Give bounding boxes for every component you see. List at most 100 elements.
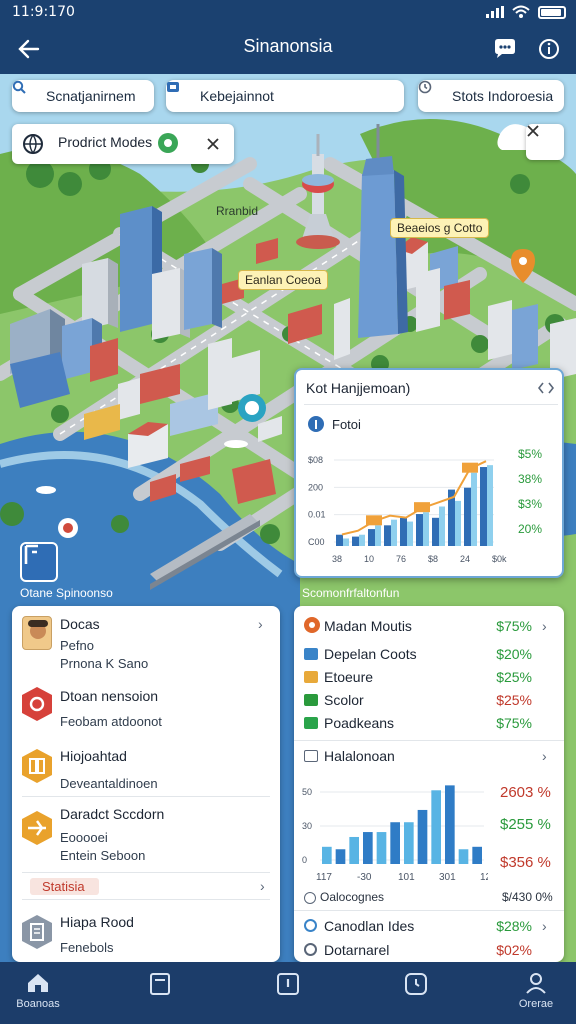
y-tick-label: 200 — [308, 482, 323, 492]
tab-timer[interactable] — [258, 972, 318, 1018]
map-label-eastern[interactable]: Beaeios g Cotto — [390, 218, 490, 238]
stat-label: Poadkeans — [324, 715, 395, 731]
bottom-tab-bar: Boanoas Orerae — [0, 962, 576, 1024]
target-icon — [304, 943, 317, 956]
statistic-chip[interactable]: Statisia › — [22, 872, 270, 900]
chart-card[interactable]: Kot Hanjjemoan) Fotoi $08 200 0.01 C00 38 10 7… — [294, 368, 564, 578]
map-label-central[interactable]: Eanlan Coeoa — [238, 270, 329, 290]
bar — [363, 832, 373, 864]
stat-row[interactable]: Canodlan Ides $28% › — [294, 916, 562, 938]
chart-value: $255 % — [500, 816, 551, 833]
x-tick-label: $8 — [428, 554, 438, 564]
right-section-title: Scomonfrfaltonfun — [302, 586, 400, 600]
status-time: 11:9:170 — [12, 4, 75, 20]
tab-documents[interactable] — [130, 972, 190, 1018]
city-map[interactable]: Scnatjanirnem Kebejainnot Stots Indoroes… — [0, 74, 576, 962]
chat-button[interactable] — [490, 34, 520, 64]
chevron-right-icon: › — [258, 616, 263, 632]
stat-value: $75% — [496, 715, 532, 731]
left-section-title: Otane Spinoonso — [20, 586, 113, 600]
list-item[interactable]: Hiapa Rood Fenebols — [12, 906, 280, 962]
item-sub: Feobam atdoonot — [60, 714, 162, 729]
item-sub: Eooooei — [60, 830, 108, 845]
info-button[interactable] — [534, 34, 564, 64]
predict-toggle[interactable] — [158, 133, 178, 153]
legend-swatch — [304, 717, 318, 729]
building-icon — [20, 748, 54, 784]
bar-series-b — [359, 534, 365, 546]
x-tick-label: 125 — [480, 872, 488, 883]
value-label: 38% — [518, 472, 542, 486]
search-chip-primary[interactable]: Scnatjanirnem — [12, 80, 154, 112]
x-tick-label: 24 — [460, 554, 470, 564]
chart-plot: $08 200 0.01 C00 38 10 76 $8 24 $0k $5% 38% $3% 20% — [308, 447, 542, 564]
stat-row[interactable]: Scolor $25% — [294, 690, 562, 712]
chart-card-title: Kot Hanjjemoan) — [306, 380, 411, 396]
map-close-button[interactable] — [526, 124, 564, 160]
bar — [349, 836, 359, 864]
expand-icon[interactable] — [538, 382, 554, 394]
stat-row[interactable]: Dotarnarel $02% — [294, 940, 562, 962]
close-icon[interactable] — [206, 137, 220, 151]
item-title: Hiojoahtad — [60, 748, 127, 764]
chart-header-row[interactable]: Halalonoan › — [294, 746, 562, 768]
item-title: Docas — [60, 616, 100, 632]
profile-icon — [526, 973, 546, 994]
bar-series-a — [336, 534, 343, 546]
tab-profile[interactable]: Orerae — [506, 972, 566, 1018]
avatar — [22, 616, 52, 650]
stat-value: $28% — [496, 918, 532, 934]
stat-row[interactable]: Poadkeans $75% — [294, 713, 562, 735]
item-sub: Pefno — [60, 638, 94, 653]
stat-label: Madan Moutis — [324, 618, 412, 634]
legend-swatch — [304, 694, 318, 706]
bar — [335, 849, 346, 864]
tab-clock[interactable] — [386, 972, 446, 1018]
legend-label: Fotoi — [332, 417, 361, 432]
predict-mode-card[interactable]: Prodrict Modes — [12, 124, 234, 164]
tab-home[interactable]: Boanoas — [8, 972, 68, 1018]
bar — [417, 809, 428, 864]
stat-row[interactable]: Etoeure $25% — [294, 667, 562, 689]
bar-series-b — [439, 506, 445, 546]
pin-icon — [304, 919, 317, 932]
right-chart-plot: 50 30 0 117 -30 101 301 125 — [302, 785, 488, 883]
map-label-rranbid: Rranbid — [216, 204, 259, 218]
list-item[interactable]: Hiojoahtad Deveantaldinoen — [12, 742, 280, 800]
list-item[interactable]: Docas Pefno Prnona K Sano › — [12, 606, 280, 671]
layer-chip[interactable]: Kebejainnot — [166, 80, 404, 112]
x-tick-label: 38 — [332, 554, 342, 564]
list-item[interactable]: Daradct Sccdorn Eooooei Entein Seboon — [12, 802, 280, 866]
legend-swatch — [304, 671, 318, 683]
stat-label: Depelan Coots — [324, 646, 417, 662]
bar-series-a — [400, 517, 407, 546]
x-tick-label: 101 — [398, 872, 415, 883]
bar-series-b — [391, 519, 397, 546]
bar — [458, 849, 469, 864]
chat-icon — [495, 39, 515, 58]
chart-value: $356 % — [500, 854, 551, 871]
plane-icon — [20, 810, 54, 846]
item-title: Hiapa Rood — [60, 914, 134, 930]
bar-series-b — [487, 465, 493, 546]
app-header: Sinanonsia — [0, 26, 576, 74]
bar-series-b — [407, 521, 413, 546]
list-item[interactable]: Dtoan nensoion Feobam atdoonot — [12, 678, 280, 738]
stat-value: $75% — [496, 618, 532, 634]
stat-label: Etoeure — [324, 669, 374, 685]
bar — [390, 822, 400, 864]
chart-footer-value: $/430 0% — [502, 890, 553, 904]
y-tick-label: C00 — [308, 537, 325, 547]
x-tick-label: 117 — [316, 872, 332, 883]
chevron-right-icon: › — [542, 918, 547, 934]
stat-row[interactable]: Madan Moutis $75% › — [294, 616, 562, 638]
bar-series-a — [432, 517, 439, 546]
item-title: Daradct Sccdorn — [60, 806, 165, 822]
stats-chip[interactable]: Stots Indoroesia — [418, 80, 564, 112]
document-icon — [150, 973, 170, 995]
divider — [304, 404, 558, 405]
stat-row[interactable]: Depelan Coots $20% — [294, 644, 562, 666]
close-icon — [527, 125, 539, 137]
item-sub: Deveantaldinoen — [60, 776, 158, 791]
app-shortcut-icon[interactable] — [20, 542, 58, 582]
